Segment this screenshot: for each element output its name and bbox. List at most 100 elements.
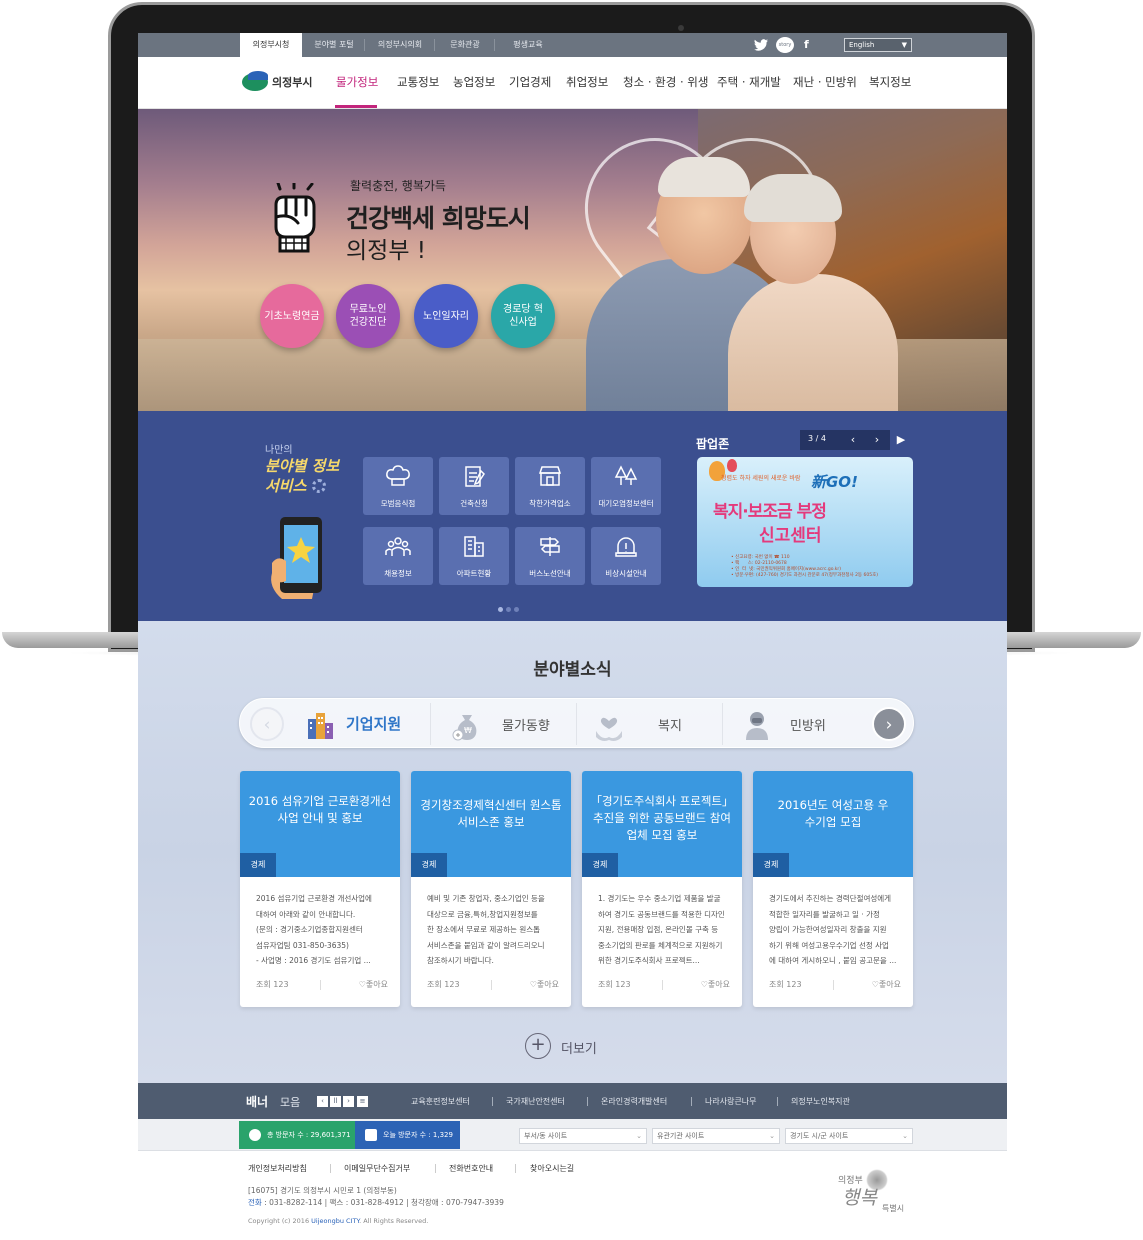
list-icon[interactable]: ≡ — [357, 1096, 368, 1107]
popup-headline-2: 신고센터 — [759, 526, 822, 546]
tab-civil-defense[interactable]: 민방위 — [732, 699, 862, 749]
category-badge: 경제 — [582, 853, 618, 877]
nav-agriculture-info[interactable]: 농업정보 — [453, 74, 495, 90]
email-refusal-link[interactable]: 이메일무단수집거부 — [344, 1163, 410, 1174]
tile-fair-price-store[interactable]: 착한가격업소 — [515, 457, 585, 515]
phone-label: 전화 — [248, 1198, 262, 1207]
select-value: 경기도 시/군 사이트 — [790, 1132, 849, 1140]
chevron-left-icon[interactable]: ‹ — [250, 707, 284, 741]
divider — [722, 703, 723, 745]
twitter-icon[interactable] — [753, 38, 769, 52]
chevron-right-icon[interactable]: › — [872, 707, 906, 741]
senior-jobs-button[interactable]: 노인일자리 — [414, 284, 478, 348]
banner-link[interactable]: 의정부노인복지관 — [791, 1096, 850, 1107]
play-icon[interactable]: ▶ — [890, 430, 912, 450]
logo-text: 의정부시 — [272, 76, 313, 89]
free-health-check-button[interactable]: 무료노인 건강진단 — [336, 284, 400, 348]
service-title-line2: 서비스 — [265, 477, 307, 495]
related-agency-select[interactable]: 유관기관 사이트 ⌄ — [652, 1128, 780, 1144]
banner-link[interactable]: 나라사랑큰나무 — [705, 1096, 757, 1107]
gas-mask-person-icon — [746, 712, 768, 740]
tab-city-council[interactable]: 의정부시의회 — [368, 33, 432, 57]
carousel-dot[interactable] — [506, 607, 511, 612]
money-bag-icon: ₩ — [452, 715, 477, 741]
basic-pension-button[interactable]: 기초노령연금 — [260, 284, 324, 348]
banner-link[interactable]: 온라인경력개발센터 — [601, 1096, 667, 1107]
senior-center-button[interactable]: 경로당 혁신사업 — [491, 284, 555, 348]
news-card[interactable]: 2016년도 여성고용 우수기업 모집 경제 경기도에서 추진하는 경력단절여성… — [753, 771, 913, 1007]
nav-disaster[interactable]: 재난 · 민방위 — [793, 74, 857, 90]
chevron-right-icon[interactable]: › — [343, 1096, 354, 1107]
banner-collection: 배너 모음 ‹ ll › ≡ 교육훈련정보센터 국가재난안전센터 온라인경력개발… — [138, 1083, 1007, 1119]
tile-apartment-status[interactable]: 아파트현황 — [439, 527, 509, 585]
news-card[interactable]: 경기창조경제혁신센터 원스톱서비스존 홍보 경제 예비 및 기존 창업자, 중소… — [411, 771, 571, 1007]
facebook-icon[interactable]: f — [804, 38, 809, 52]
banner-link[interactable]: 교육훈련정보센터 — [411, 1096, 470, 1107]
divider — [833, 980, 834, 990]
caring-hands-heart-icon — [596, 717, 622, 741]
directions-link[interactable]: 찾아오시는길 — [530, 1163, 574, 1174]
banner-link[interactable]: 국가재난안전센터 — [506, 1096, 565, 1107]
nav-traffic-info[interactable]: 교통정보 — [397, 74, 439, 90]
carousel-dot[interactable] — [514, 607, 519, 612]
news-card[interactable]: 2016 섬유기업 근로환경개선 사업 안내 및 홍보 경제 2016 섬유기업… — [240, 771, 400, 1007]
tab-culture-tour[interactable]: 문화관광 — [438, 33, 492, 57]
total-visitors: 총 방문자 수 : 29,601,371 — [239, 1121, 355, 1149]
department-site-select[interactable]: 부서/동 사이트 ⌄ — [519, 1128, 647, 1144]
popup-banner-welfare-report[interactable]: 청렴도 하자 세원의 새로운 바람 新GO! 복지·보조금 부정 신고센터 • … — [697, 457, 913, 587]
nav-housing[interactable]: 주택 · 재개발 — [717, 74, 781, 90]
nav-job-info[interactable]: 취업정보 — [566, 74, 608, 90]
popup-new-go: 新GO! — [811, 473, 858, 491]
tile-emergency-facility[interactable]: 비상시설안내 — [591, 527, 661, 585]
apartment-building-icon — [464, 536, 484, 557]
summary-line: 대상으로 금융,특허,창업지원정보를 — [427, 909, 538, 919]
section-title: 분야별소식 — [533, 660, 612, 680]
tile-air-pollution-center[interactable]: 대기오염정보센터 — [591, 457, 661, 515]
news-card[interactable]: 「경기도주식회사 프로젝트」 추진을 위한 공동브랜드 참여업체 모집 홍보 경… — [582, 771, 742, 1007]
tile-label: 비상시설안내 — [605, 569, 647, 578]
divider — [691, 1097, 692, 1106]
nav-business-economy[interactable]: 기업경제 — [509, 74, 551, 90]
language-select[interactable]: English ▼ — [844, 38, 912, 52]
total-visitors-text: 총 방문자 수 : 29,601,371 — [267, 1131, 351, 1139]
privacy-policy-link[interactable]: 개인정보처리방침 — [248, 1163, 307, 1174]
summary-line: - 사업명 : 2016 경기도 섬유기업 ... — [256, 956, 371, 965]
like-button[interactable]: ♡좋아요 — [530, 979, 559, 990]
kakaostory-icon[interactable]: story — [776, 37, 794, 53]
gyeonggi-city-select[interactable]: 경기도 시/군 사이트 ⌄ — [785, 1128, 913, 1144]
card-title[interactable]: 2016 섬유기업 근로환경개선 사업 안내 및 홍보 — [248, 793, 392, 827]
phone-guide-link[interactable]: 전화번호안내 — [449, 1163, 493, 1174]
copyright-pre: Copyright (c) 2016 — [248, 1217, 312, 1225]
nav-price-info[interactable]: 물가정보 — [336, 74, 378, 90]
tab-label: 복지 — [658, 719, 682, 734]
pause-icon[interactable]: ll — [330, 1096, 341, 1107]
tab-business-support[interactable]: 기업지원 — [300, 699, 430, 749]
card-title[interactable]: 경기창조경제혁신센터 원스톱서비스존 홍보 — [419, 797, 563, 831]
card-title[interactable]: 「경기도주식회사 프로젝트」 추진을 위한 공동브랜드 참여업체 모집 홍보 — [590, 793, 734, 844]
card-summary: 2016 섬유기업 근로환경 개선사업에 대하여 아래와 같이 안내합니다. (… — [256, 891, 390, 969]
tile-recruitment-info[interactable]: 채용정보 — [363, 527, 433, 585]
tab-field-portal[interactable]: 분야별 포털 — [306, 33, 362, 57]
tile-model-restaurant[interactable]: 모범음식점 — [363, 457, 433, 515]
tile-label: 건축신청 — [460, 499, 488, 508]
site-logo[interactable]: 의정부시 — [242, 71, 318, 95]
service-title-line1: 분야별 정보 — [265, 457, 340, 475]
tab-lifelong-education[interactable]: 평생교육 — [498, 33, 558, 57]
carousel-dot[interactable] — [498, 607, 503, 612]
nav-welfare-info[interactable]: 복지정보 — [869, 74, 911, 90]
tab-welfare[interactable]: 복지 — [586, 699, 720, 749]
chevron-right-icon[interactable]: › — [866, 430, 888, 450]
card-summary: 예비 및 기존 창업자, 중소기업인 등을 대상으로 금융,특허,창업지원정보를… — [427, 891, 561, 969]
tab-city-hall[interactable]: 의정부시청 — [240, 33, 302, 57]
tab-price-trend[interactable]: ₩ 물가동향 — [440, 699, 580, 749]
chevron-left-icon[interactable]: ‹ — [842, 430, 864, 450]
hot-air-balloon-icon — [727, 459, 737, 472]
tile-building-permit[interactable]: 건축신청 — [439, 457, 509, 515]
chevron-left-icon[interactable]: ‹ — [317, 1096, 328, 1107]
nav-environment[interactable]: 청소 · 환경 · 위생 — [623, 74, 708, 90]
card-title[interactable]: 2016년도 여성고용 우수기업 모집 — [761, 797, 905, 831]
like-button[interactable]: ♡좋아요 — [359, 979, 388, 990]
like-button[interactable]: ♡좋아요 — [701, 979, 730, 990]
tile-bus-route[interactable]: 버스노선안내 — [515, 527, 585, 585]
like-button[interactable]: ♡좋아요 — [872, 979, 901, 990]
